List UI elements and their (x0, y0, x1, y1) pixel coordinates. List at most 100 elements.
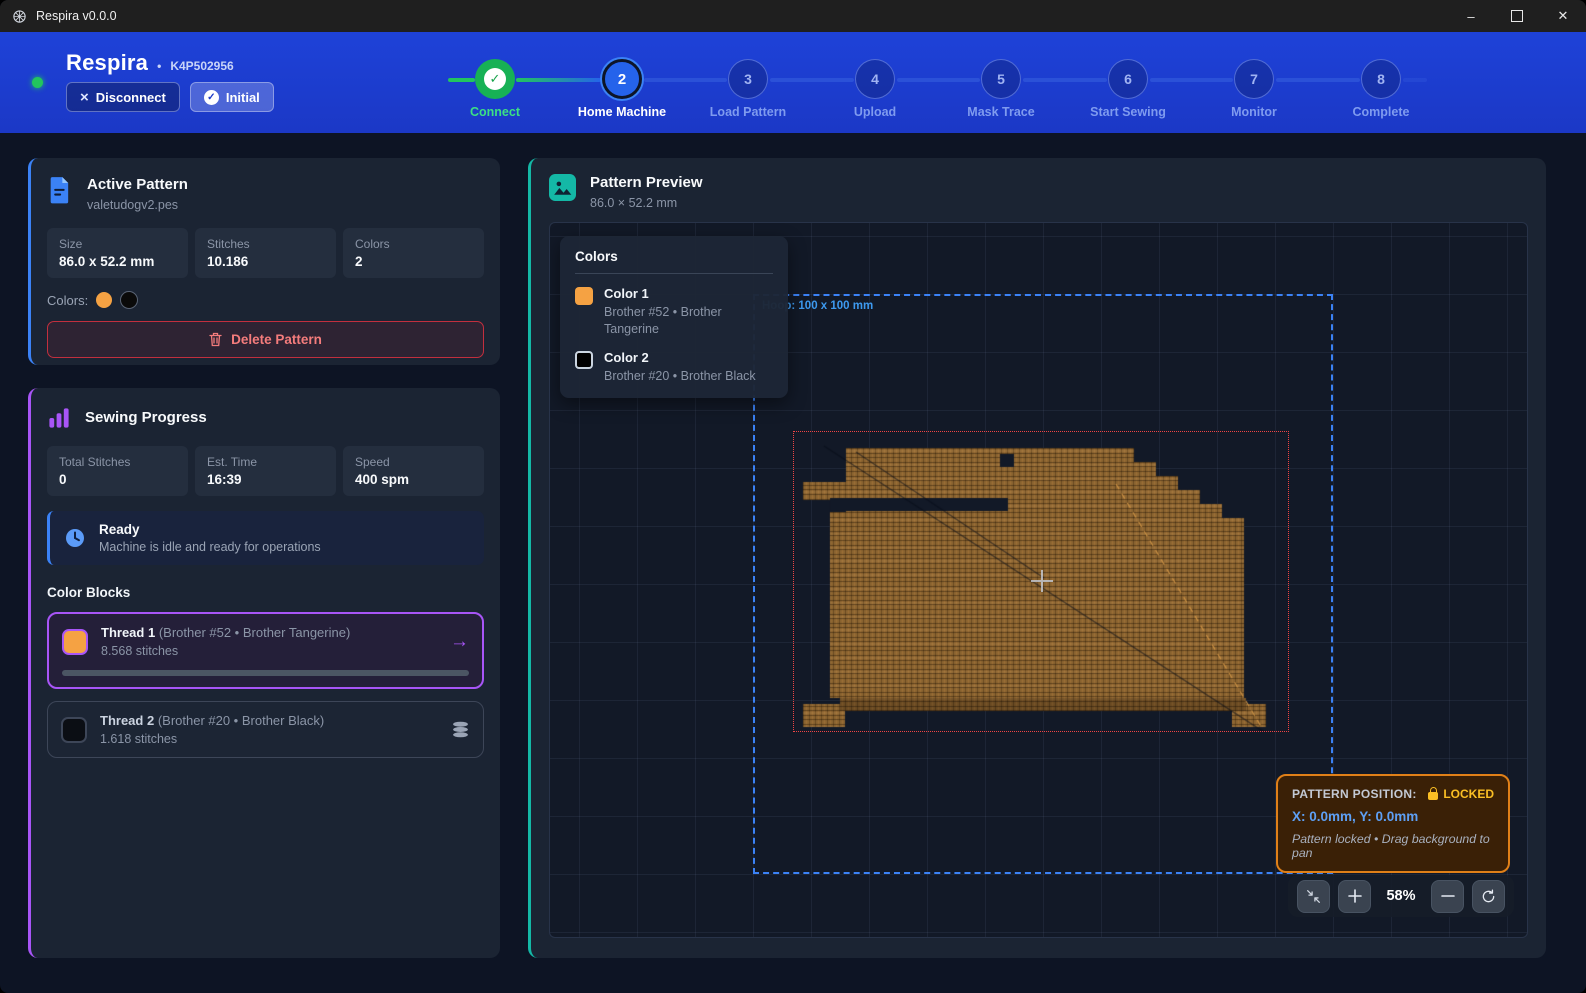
zoom-controls: 58% (1288, 875, 1514, 917)
step-circle: 6 (1108, 59, 1148, 99)
bar-chart-icon (47, 406, 71, 430)
maximize-button[interactable] (1494, 0, 1540, 32)
lock-icon (1428, 792, 1438, 800)
step-label: Complete (1353, 105, 1410, 119)
colors-legend: Colors Color 1 Brother #52 • Brother Tan… (560, 236, 788, 398)
step-mask-trace[interactable]: 5 Mask Trace (938, 59, 1064, 119)
connection-status-dot (32, 77, 43, 88)
zoom-level: 58% (1379, 888, 1423, 904)
thread-color-swatch (62, 629, 88, 655)
check-circle-icon: ✓ (204, 90, 219, 105)
app-icon (12, 9, 27, 24)
step-circle: 4 (855, 59, 895, 99)
status-description: Machine is idle and ready for operations (99, 540, 321, 554)
image-icon (549, 174, 576, 201)
close-icon: ✕ (1558, 8, 1569, 24)
step-circle: 2 (602, 59, 642, 99)
step-label: Upload (854, 105, 896, 119)
trash-icon (209, 332, 222, 347)
step-circle: 7 (1234, 59, 1274, 99)
color-blocks-heading: Color Blocks (47, 585, 484, 600)
step-start-sewing[interactable]: 6 Start Sewing (1065, 59, 1191, 119)
thread-1-block[interactable]: Thread 1 (Brother #52 • Brother Tangerin… (47, 612, 484, 689)
x-icon: × (80, 90, 89, 105)
position-coordinates: X: 0.0mm, Y: 0.0mm (1292, 809, 1494, 824)
initial-label: Initial (226, 90, 260, 105)
preview-dimensions: 86.0 × 52.2 mm (590, 196, 703, 210)
thread-color-swatch (61, 717, 87, 743)
card-title: Pattern Preview (590, 174, 703, 191)
thread-stitch-count: 8.568 stitches (101, 644, 437, 658)
stat-size: Size 86.0 x 52.2 mm (47, 228, 188, 278)
active-pattern-card: Active Pattern valetudogv2.pes Size 86.0… (28, 158, 500, 365)
pattern-preview-card: Pattern Preview 86.0 × 52.2 mm Hoop: 100… (528, 158, 1546, 958)
zoom-in-button[interactable] (1338, 880, 1371, 913)
clock-icon (64, 527, 86, 549)
preview-canvas[interactable]: Hoop: 100 x 100 mm Colors Color 1 (549, 222, 1528, 938)
initial-button[interactable]: ✓ Initial (190, 82, 274, 112)
maximize-icon (1511, 10, 1523, 22)
minimize-button[interactable]: – (1448, 0, 1494, 32)
thread-name: Thread 1 (101, 625, 155, 640)
color-swatch-black (120, 291, 138, 309)
step-label: Load Pattern (710, 105, 786, 119)
machine-status: Ready Machine is idle and ready for oper… (47, 511, 484, 565)
card-title: Active Pattern (87, 176, 188, 193)
app-header: Respira • K4P502956 × Disconnect ✓ Initi… (0, 32, 1586, 133)
stat-stitches: Stitches 10.186 (195, 228, 336, 278)
color-swatch-orange (96, 292, 112, 308)
disconnect-label: Disconnect (96, 90, 166, 105)
pattern-position-overlay: PATTERN POSITION: LOCKED X: 0.0mm, Y: 0.… (1276, 774, 1510, 873)
fit-to-view-button[interactable] (1297, 880, 1330, 913)
step-load-pattern[interactable]: 3 Load Pattern (685, 59, 811, 119)
plus-icon (1348, 889, 1362, 903)
check-icon: ✓ (484, 68, 506, 90)
close-button[interactable]: ✕ (1540, 0, 1586, 32)
stat-total-stitches: Total Stitches 0 (47, 446, 188, 496)
minus-icon (1441, 889, 1455, 903)
stat-est-time: Est. Time 16:39 (195, 446, 336, 496)
step-circle: 8 (1361, 59, 1401, 99)
step-monitor[interactable]: 7 Monitor (1191, 59, 1317, 119)
step-circle: 5 (981, 59, 1021, 99)
legend-entry: Color 1 Brother #52 • Brother Tangerine (575, 286, 773, 338)
disconnect-button[interactable]: × Disconnect (66, 82, 180, 112)
titlebar: Respira v0.0.0 – ✕ (0, 0, 1586, 32)
thread-stitch-count: 1.618 stitches (100, 732, 438, 746)
thread-2-block[interactable]: Thread 2 (Brother #20 • Brother Black) 1… (47, 701, 484, 758)
legend-title: Colors (575, 249, 773, 274)
legend-swatch-orange (575, 287, 593, 305)
zoom-out-button[interactable] (1431, 880, 1464, 913)
legend-entry: Color 2 Brother #20 • Brother Black (575, 350, 773, 385)
colors-label: Colors: (47, 293, 88, 308)
delete-pattern-label: Delete Pattern (231, 332, 322, 347)
step-home-machine[interactable]: 2 Home Machine (559, 59, 685, 119)
thread-name: Thread 2 (100, 713, 154, 728)
thread-progress-bar (62, 670, 469, 676)
step-label: Home Machine (578, 105, 666, 119)
step-upload[interactable]: 4 Upload (812, 59, 938, 119)
thread-detail: (Brother #52 • Brother Tangerine) (159, 625, 350, 640)
crosshair-icon (1031, 570, 1053, 592)
thread-detail: (Brother #20 • Brother Black) (158, 713, 324, 728)
pattern-filename: valetudogv2.pes (87, 198, 188, 212)
minimize-icon: – (1467, 9, 1474, 24)
app-name: Respira (66, 50, 148, 76)
step-connect[interactable]: ✓ Connect (432, 59, 558, 119)
reset-view-button[interactable] (1472, 880, 1505, 913)
step-complete[interactable]: 8 Complete (1318, 59, 1444, 119)
step-circle: 3 (728, 59, 768, 99)
stat-speed: Speed 400 spm (343, 446, 484, 496)
machine-id: K4P502956 (170, 59, 233, 73)
step-label: Connect (470, 105, 520, 119)
position-hint: Pattern locked • Drag background to pan (1292, 832, 1494, 860)
delete-pattern-button[interactable]: Delete Pattern (47, 321, 484, 358)
step-label: Monitor (1231, 105, 1277, 119)
legend-swatch-black (575, 351, 593, 369)
file-icon (47, 176, 73, 204)
refresh-icon (1481, 889, 1496, 904)
queue-stack-icon (451, 720, 470, 739)
stat-colors: Colors 2 (343, 228, 484, 278)
app-window: Respira v0.0.0 – ✕ Respira • K4P502956 ×… (0, 0, 1586, 993)
bullet-separator: • (157, 59, 161, 73)
